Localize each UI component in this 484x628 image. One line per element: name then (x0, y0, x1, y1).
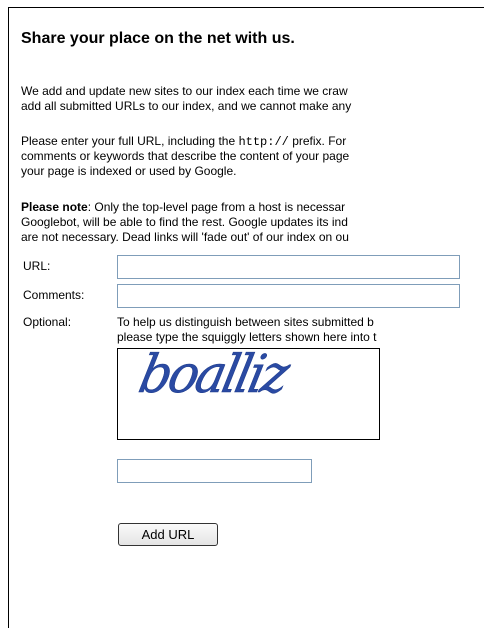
note-label: Please note (21, 200, 88, 214)
note-paragraph: Please note: Only the top-level page fro… (21, 200, 349, 245)
captcha-image: boalliz (117, 348, 380, 440)
add-url-button[interactable]: Add URL (118, 523, 218, 546)
instructions-line: your page is indexed or used by Google. (21, 164, 237, 178)
optional-label: Optional: (23, 315, 72, 329)
captcha-input[interactable] (117, 459, 312, 483)
optional-line: To help us distinguish between sites sub… (117, 315, 374, 329)
page-frame: Share your place on the net with us. We … (8, 7, 484, 628)
intro-paragraph: We add and update new sites to our index… (21, 84, 351, 114)
optional-text: To help us distinguish between sites sub… (117, 315, 377, 345)
intro-line: We add and update new sites to our index… (21, 84, 348, 98)
note-line: Googlebot, will be able to find the rest… (21, 215, 348, 229)
intro-line: add all submitted URLs to our index, and… (21, 99, 352, 113)
note-line: Please note: Only the top-level page fro… (21, 200, 349, 215)
note-text: : Only the top-level page from a host is… (87, 200, 346, 214)
instructions-paragraph: Please enter your full URL, including th… (21, 134, 349, 179)
captcha-word: boalliz (133, 348, 293, 405)
page-title: Share your place on the net with us. (21, 30, 295, 47)
instructions-text: prefix. For (288, 134, 347, 148)
optional-label-wrap: Optional: (23, 315, 71, 330)
note-line: are not necessary. Dead links will 'fade… (21, 230, 349, 244)
instructions-line: comments or keywords that describe the c… (21, 149, 350, 163)
optional-line: please type the squiggly letters shown h… (117, 330, 377, 344)
instructions-text: Please enter your full URL, including th… (21, 134, 239, 148)
comments-label: Comments: (23, 288, 85, 302)
instructions-line: Please enter your full URL, including th… (21, 134, 349, 149)
comments-input[interactable] (117, 284, 460, 308)
url-input[interactable] (117, 255, 460, 279)
url-label: URL: (23, 259, 51, 273)
http-prefix-code: http:// (238, 135, 289, 149)
